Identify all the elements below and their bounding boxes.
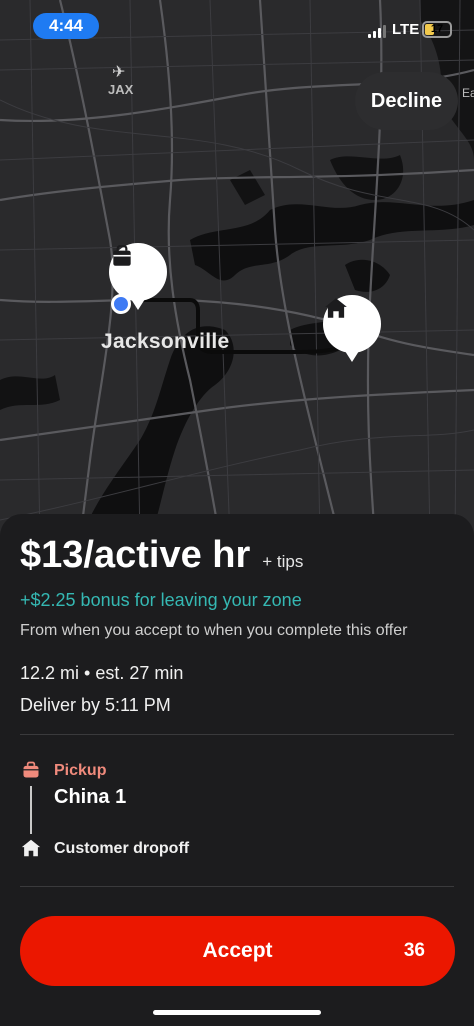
divider: [20, 734, 454, 735]
decline-button[interactable]: Decline: [355, 72, 458, 130]
city-label: Jacksonville: [101, 330, 230, 353]
accept-label: Accept: [202, 939, 273, 962]
battery-level: 17: [430, 23, 444, 35]
pay-note: From when you accept to when you complet…: [20, 622, 408, 639]
offer-sheet: $13/active hr + tips +$2.25 bonus for le…: [0, 514, 474, 1026]
pickup-pin: [109, 243, 167, 310]
cell-signal-icon: [368, 24, 388, 38]
accept-button[interactable]: Accept 36: [20, 916, 455, 986]
divider: [20, 886, 454, 887]
pickup-bag-icon: [23, 761, 39, 778]
battery-icon: 17: [422, 21, 452, 38]
dropoff-pin: [323, 295, 381, 362]
status-time: 4:44: [33, 13, 99, 39]
deliver-by: Deliver by 5:11 PM: [20, 695, 171, 715]
airport-label: JAX: [108, 82, 134, 97]
dropoff-house-icon: [21, 839, 41, 857]
bag-icon: [113, 245, 131, 266]
pay-rate-row: $13/active hr + tips: [20, 534, 303, 577]
house-icon: [325, 298, 347, 318]
route-connector: [30, 786, 32, 834]
zone-bonus: +$2.25 bonus for leaving your zone: [20, 590, 302, 610]
pay-rate: $13/active hr: [20, 534, 251, 576]
airplane-icon: ✈: [112, 64, 126, 81]
accept-countdown: 36: [403, 940, 425, 961]
pickup-label: Pickup: [54, 762, 107, 779]
status-bar: 4:44 LTE 17: [0, 0, 474, 56]
home-indicator[interactable]: [153, 1010, 321, 1015]
store-name: China 1: [54, 786, 127, 808]
driver-location-dot: [111, 294, 131, 314]
tips-label: + tips: [262, 552, 304, 571]
distance-estimate: 12.2 mi • est. 27 min: [20, 663, 184, 683]
map-edge-label: Ea: [462, 86, 474, 100]
dropoff-label: Customer dropoff: [54, 840, 190, 857]
network-type: LTE: [392, 21, 420, 38]
map-view[interactable]: 4:44 LTE 17 ✈ JAX Ea Decline Jacksonvill…: [0, 0, 474, 540]
